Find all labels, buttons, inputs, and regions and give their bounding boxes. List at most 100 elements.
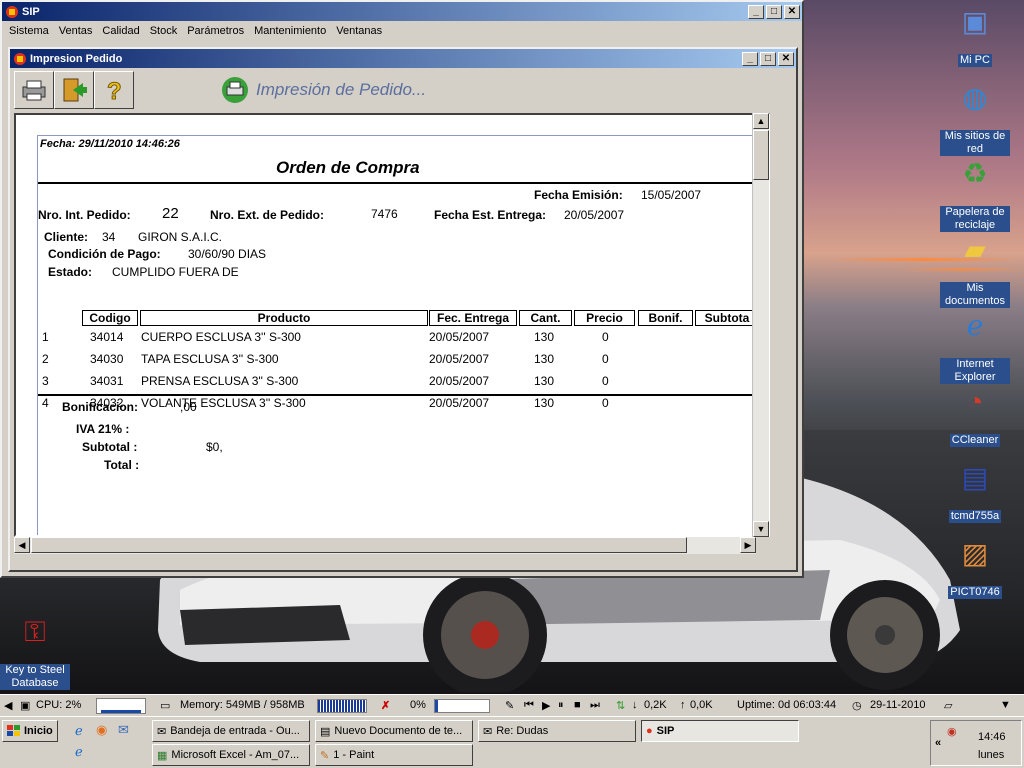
horizontal-scrollbar[interactable]: ◀ ▶: [14, 537, 756, 554]
report-divider: [38, 182, 758, 184]
report-divider: [38, 394, 758, 396]
vertical-scrollbar[interactable]: ▲ ▼: [752, 113, 769, 537]
desktop-icon-internet-explorer[interactable]: ℯ Internet Explorer: [940, 308, 1010, 384]
menu-ventas[interactable]: Ventas: [54, 25, 98, 37]
scroll-left-button[interactable]: ◀: [14, 537, 30, 553]
row-number: 2: [42, 352, 49, 366]
print-button[interactable]: [14, 71, 54, 109]
taskbar-notepad[interactable]: ▤ Nuevo Documento de te...: [315, 720, 473, 742]
estado: CUMPLIDO FUERA DE: [112, 265, 239, 279]
taskbar-outlook[interactable]: ✉ Bandeja de entrada - Ou...: [152, 720, 310, 742]
child-minimize-button[interactable]: _: [742, 51, 758, 66]
row-producto: PRENSA ESCLUSA 3'' S-300: [141, 374, 299, 388]
scroll-up-button[interactable]: ▲: [753, 113, 769, 129]
exit-button[interactable]: [54, 71, 94, 109]
row-entrega: 20/05/2007: [429, 330, 490, 344]
minimize-button[interactable]: _: [748, 4, 764, 19]
col-cant: Cant.: [519, 310, 572, 326]
taskbar-sip[interactable]: ● SIP: [641, 720, 799, 742]
my-computer-icon: ▣: [961, 5, 989, 37]
network-off-icon[interactable]: ✗: [381, 699, 390, 712]
row-entrega: 20/05/2007: [429, 374, 490, 388]
close-button[interactable]: ✕: [784, 4, 800, 19]
row-cant: 130: [534, 374, 555, 388]
floppy-icon: ▤: [961, 461, 989, 493]
desktop-icon-ccleaner[interactable]: ◔ CCleaner: [940, 384, 1010, 447]
main-titlebar[interactable]: SIP _ □ ✕: [2, 2, 802, 21]
start-button[interactable]: Inicio: [2, 720, 58, 742]
vertical-scroll-thumb[interactable]: [753, 130, 769, 180]
help-button[interactable]: ?: [94, 71, 134, 109]
desktop-icon-recycle-bin[interactable]: ♻ Papelera de reciclaje: [940, 156, 1010, 232]
media-stop-button[interactable]: ■: [574, 699, 581, 711]
menu-stock[interactable]: Stock: [145, 25, 183, 37]
desktop-icon-my-documents[interactable]: ▰ Mis documentos: [940, 232, 1010, 308]
sip-main-window[interactable]: SIP _ □ ✕ Sistema Ventas Calidad Stock P…: [0, 0, 804, 578]
menu-ventanas[interactable]: Ventanas: [331, 25, 387, 37]
desktop-icon-my-computer[interactable]: ▣ Mi PC: [940, 4, 1010, 67]
network-transfer-icon: ⇅: [616, 700, 626, 712]
collapse-arrow-icon[interactable]: ◀: [4, 699, 12, 712]
bonificacion-label: Bonificacion:: [62, 400, 139, 414]
scroll-right-button[interactable]: ▶: [740, 537, 756, 553]
col-codigo: Codigo: [82, 310, 138, 326]
app-icon: [14, 52, 26, 65]
firefox-quicklaunch-icon[interactable]: ◉: [96, 722, 107, 738]
ie-quicklaunch-icon[interactable]: ℯ: [75, 723, 83, 739]
desktop-icon-network[interactable]: ◍ Mis sitios de red: [940, 80, 1010, 156]
desktop-icon-label: Mis sitios de red: [940, 130, 1010, 156]
desktop-icon-floppy[interactable]: ▤ tcmd755a: [940, 460, 1010, 523]
tray-expand-icon[interactable]: «: [935, 737, 941, 749]
network-percent: 0%: [410, 699, 426, 711]
horizontal-scroll-thumb[interactable]: [31, 537, 687, 553]
desktop-icon-image-file[interactable]: ▨ PICT0746: [940, 536, 1010, 599]
row-codigo: 34030: [90, 352, 124, 366]
child-maximize-button[interactable]: □: [760, 51, 776, 66]
outlook-quicklaunch-icon[interactable]: ✉: [118, 722, 129, 738]
menubar: Sistema Ventas Calidad Stock Parámetros …: [2, 21, 802, 41]
report-title: Orden de Compra: [276, 158, 420, 177]
row-number: 1: [42, 330, 49, 344]
col-fec-entrega: Fec. Entrega: [429, 310, 517, 326]
media-play-button[interactable]: ▶: [542, 699, 550, 712]
steel-key-icon: ⚿: [24, 615, 46, 647]
cpu-icon: ▣: [20, 700, 31, 712]
report-preview[interactable]: Fecha: 29/11/2010 14:46:26 Orden de Comp…: [14, 113, 770, 537]
menu-mantenimiento[interactable]: Mantenimiento: [249, 25, 331, 37]
tray-clock[interactable]: 14:46: [978, 731, 1006, 743]
menu-parametros[interactable]: Parámetros: [182, 25, 249, 37]
nro-int-label: Nro. Int. Pedido:: [38, 208, 131, 222]
media-pause-button[interactable]: ⏸: [558, 699, 564, 712]
row-codigo: 34031: [90, 374, 124, 388]
media-player-icon: ✎: [505, 700, 515, 712]
taskbar-paint[interactable]: ✎ 1 - Paint: [315, 744, 473, 766]
menu-arrow-icon[interactable]: ▼: [1000, 699, 1011, 711]
tray-app-icon[interactable]: ◉: [947, 725, 957, 738]
child-titlebar[interactable]: Impresion Pedido _ □ ✕: [10, 49, 796, 68]
media-next-button[interactable]: ⏭: [590, 699, 600, 712]
desktop-icon-steel-key[interactable]: ⚿ Key to Steel Database: [0, 614, 70, 690]
memory-usage: Memory: 549MB / 958MB: [180, 699, 305, 711]
desktop-icon-label: Internet Explorer: [940, 358, 1010, 384]
menu-calidad[interactable]: Calidad: [97, 25, 144, 37]
windows-logo-icon: [7, 725, 20, 736]
impresion-pedido-window[interactable]: Impresion Pedido _ □ ✕ ? Impresión de Pe…: [8, 47, 798, 572]
cpu-graph: [96, 698, 146, 714]
row-precio: 0: [602, 352, 609, 366]
child-close-button[interactable]: ✕: [778, 51, 794, 66]
fecha-entrega-label: Fecha Est. Entrega:: [434, 208, 547, 222]
desktop-icon-label: Key to Steel Database: [0, 664, 70, 690]
cliente-id: 34: [102, 230, 116, 244]
desktop-icon-label: CCleaner: [949, 434, 1001, 447]
help-icon: ?: [107, 78, 123, 104]
col-subtotal: Subtota: [695, 310, 758, 326]
taskbar-excel[interactable]: ▦ Microsoft Excel - Am_07...: [152, 744, 310, 766]
menu-sistema[interactable]: Sistema: [4, 25, 54, 37]
ie-quicklaunch-icon-2[interactable]: ℯ: [75, 744, 83, 760]
scroll-down-button[interactable]: ▼: [753, 521, 769, 537]
cpu-usage: CPU: 2%: [36, 699, 82, 711]
maximize-button[interactable]: □: [766, 4, 782, 19]
drive-icon: ▱: [944, 700, 953, 712]
taskbar-dudas[interactable]: ✉ Re: Dudas: [478, 720, 636, 742]
media-prev-button[interactable]: ⏮: [524, 699, 534, 712]
